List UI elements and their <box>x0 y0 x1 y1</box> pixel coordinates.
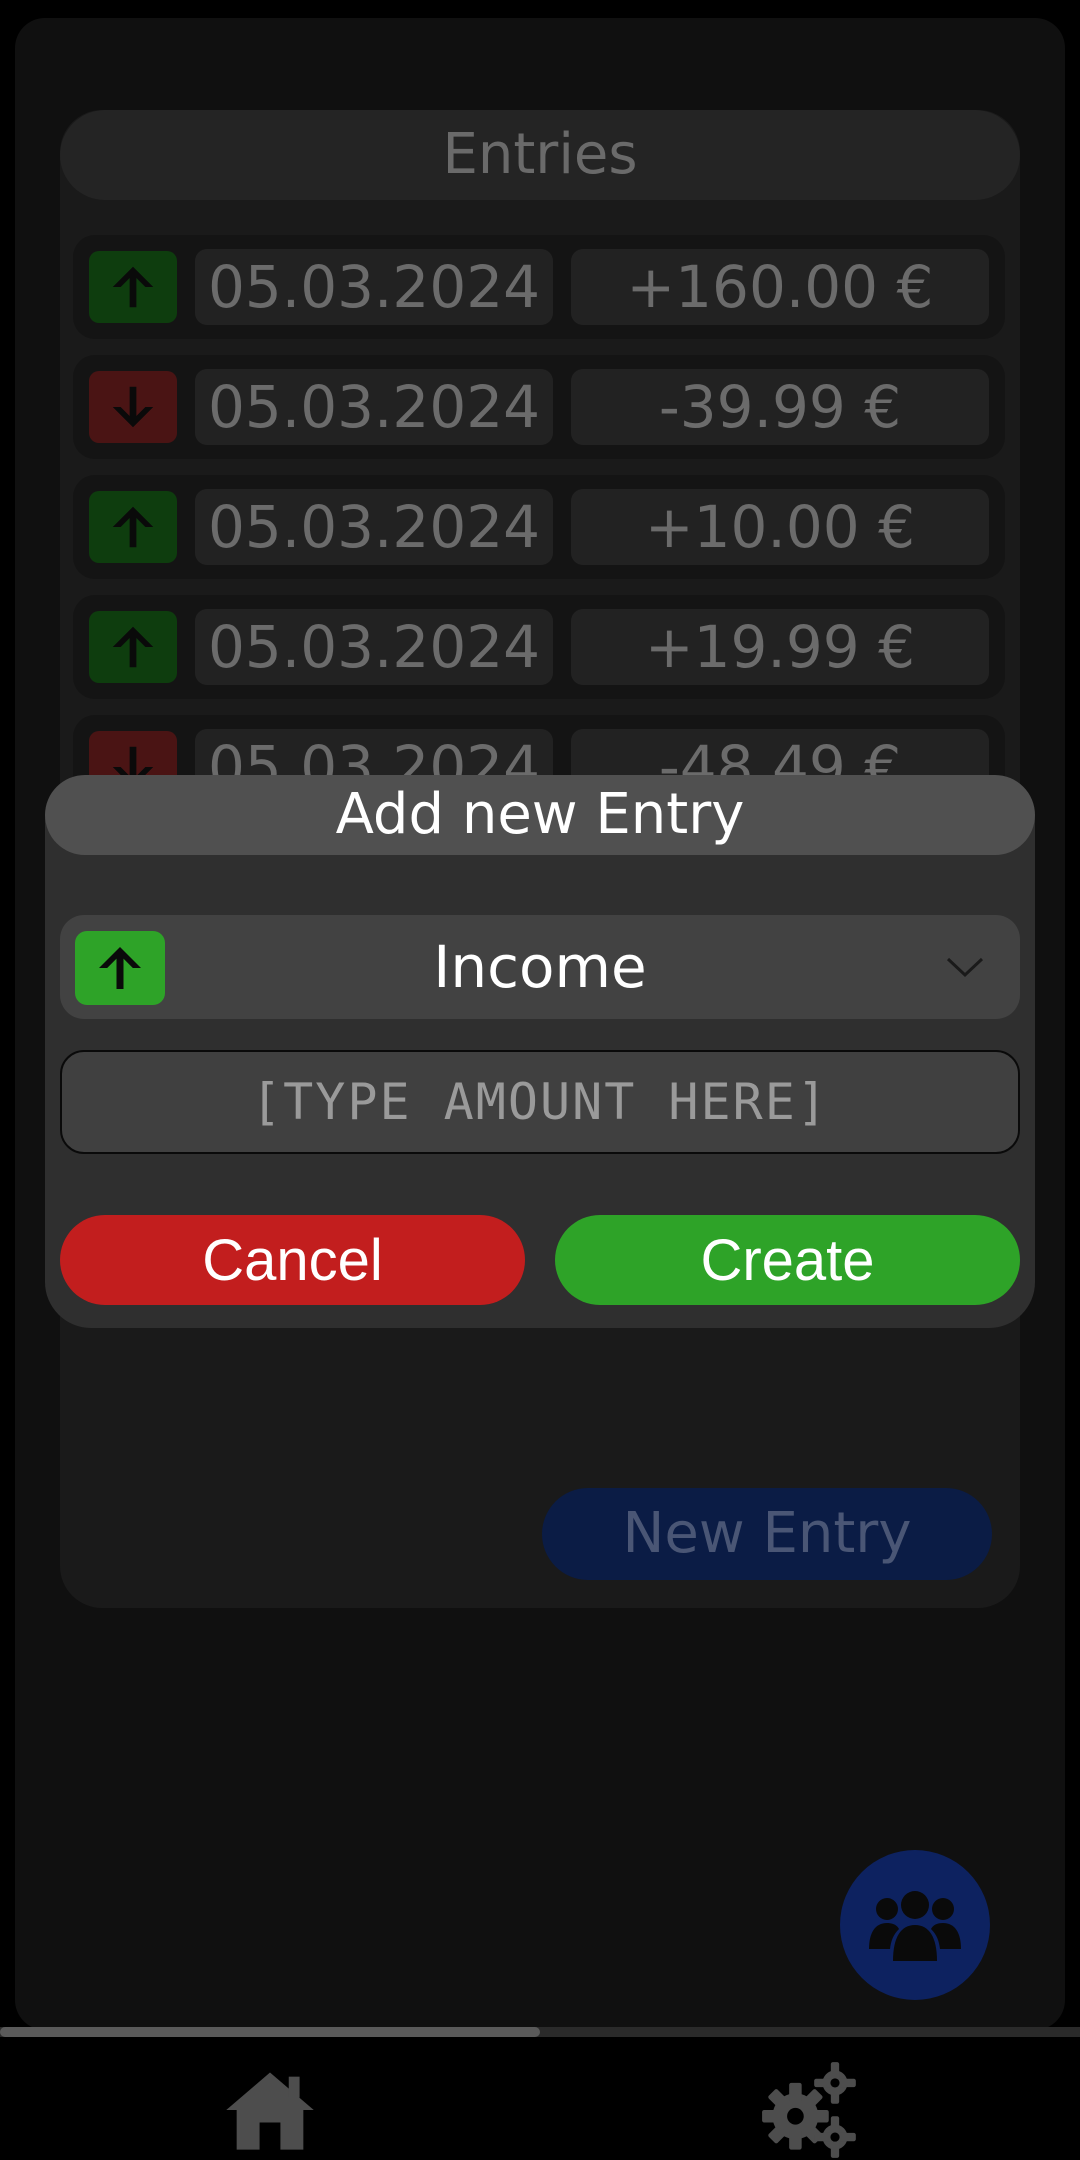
chevron-down-icon <box>946 957 984 978</box>
entry-date: 05.03.2024 <box>195 369 553 445</box>
tab-indicator <box>0 2027 540 2037</box>
income-indicator <box>75 931 165 1005</box>
expense-indicator <box>89 371 177 443</box>
create-button[interactable]: Create <box>555 1215 1020 1305</box>
home-icon <box>226 2072 314 2150</box>
cancel-button[interactable]: Cancel <box>60 1215 525 1305</box>
entry-row[interactable]: 05.03.2024 +19.99 € <box>73 595 1005 699</box>
entry-row[interactable]: 05.03.2024 +160.00 € <box>73 235 1005 339</box>
amount-input[interactable] <box>60 1050 1020 1154</box>
income-indicator <box>89 611 177 683</box>
nav-settings[interactable] <box>755 2060 865 2158</box>
arrow-up-icon <box>112 266 154 308</box>
entry-date: 05.03.2024 <box>195 249 553 325</box>
arrow-down-icon <box>112 386 154 428</box>
arrow-up-icon <box>112 626 154 668</box>
entry-type-dropdown[interactable]: Income <box>60 915 1020 1019</box>
bottom-navigation <box>0 2037 1080 2150</box>
entry-amount: +160.00 € <box>571 249 989 325</box>
arrow-up-icon <box>99 947 141 989</box>
entry-date: 05.03.2024 <box>195 489 553 565</box>
entry-amount: +10.00 € <box>571 489 989 565</box>
entry-row[interactable]: 05.03.2024 +10.00 € <box>73 475 1005 579</box>
entry-amount: -39.99 € <box>571 369 989 445</box>
income-indicator <box>89 251 177 323</box>
entry-row[interactable]: 05.03.2024 -39.99 € <box>73 355 1005 459</box>
entry-amount: +19.99 € <box>571 609 989 685</box>
group-users-icon <box>869 1891 961 1961</box>
arrow-up-icon <box>112 506 154 548</box>
income-indicator <box>89 491 177 563</box>
entries-title: Entries <box>60 110 1020 200</box>
settings-gears-icon <box>762 2062 856 2158</box>
dialog-title: Add new Entry <box>45 775 1035 855</box>
add-entry-dialog: Add new Entry Income Cancel Create <box>45 775 1035 1328</box>
entry-type-label: Income <box>433 933 647 1001</box>
group-fab-button[interactable] <box>840 1850 990 2000</box>
nav-home[interactable] <box>215 2060 325 2150</box>
new-entry-button[interactable]: New Entry <box>542 1488 992 1580</box>
entry-date: 05.03.2024 <box>195 609 553 685</box>
